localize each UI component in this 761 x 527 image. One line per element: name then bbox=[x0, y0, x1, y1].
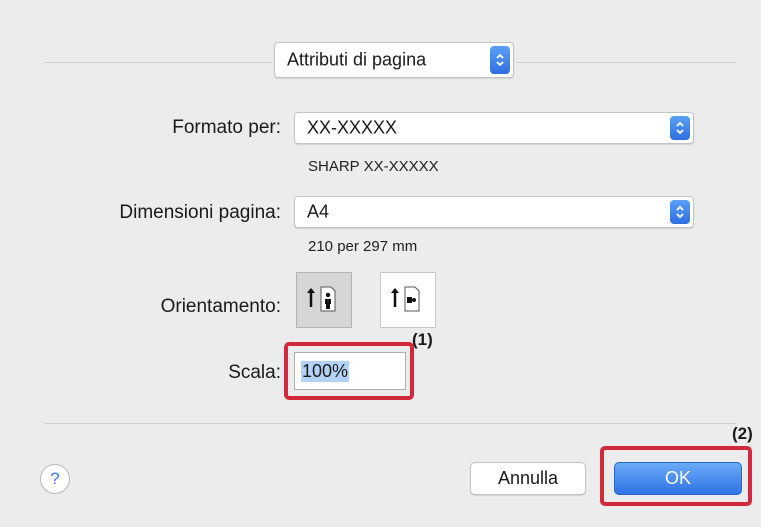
size-label: Dimensioni pagina: bbox=[119, 202, 281, 223]
header-divider-right bbox=[516, 62, 736, 63]
callout-scale: (1) bbox=[412, 330, 433, 349]
format-popup[interactable]: XX-XXXXX bbox=[294, 112, 694, 144]
size-popup[interactable]: A4 bbox=[294, 196, 694, 228]
orientation-label: Orientamento: bbox=[160, 296, 281, 317]
format-label: Formato per: bbox=[172, 117, 281, 138]
size-value: A4 bbox=[307, 201, 330, 222]
page-setup-dialog: Attributi di pagina Formato per: XX-XXXX… bbox=[22, 0, 761, 527]
chevron-updown-icon bbox=[670, 200, 690, 224]
size-dimensions: 210 per 297 mm bbox=[308, 238, 418, 255]
chevron-updown-icon bbox=[490, 46, 510, 74]
portrait-orientation-icon bbox=[307, 286, 336, 312]
ok-highlight-box bbox=[600, 446, 752, 506]
orientation-portrait-button[interactable] bbox=[296, 272, 352, 328]
header-divider-left bbox=[44, 62, 272, 63]
scale-label: Scala: bbox=[228, 362, 281, 383]
scale-highlight-box bbox=[284, 342, 414, 400]
format-printer-name: SHARP XX-XXXXX bbox=[308, 158, 439, 175]
callout-ok: (2) bbox=[732, 424, 753, 443]
cancel-button[interactable]: Annulla bbox=[470, 462, 586, 495]
attributes-popup[interactable]: Attributi di pagina bbox=[274, 42, 514, 78]
chevron-updown-icon bbox=[670, 116, 690, 140]
help-button[interactable]: ? bbox=[40, 464, 70, 494]
footer-divider bbox=[44, 423, 736, 424]
attributes-popup-label: Attributi di pagina bbox=[287, 49, 427, 70]
format-value: XX-XXXXX bbox=[307, 117, 398, 138]
orientation-landscape-button[interactable] bbox=[380, 272, 436, 328]
landscape-orientation-icon bbox=[391, 286, 420, 312]
